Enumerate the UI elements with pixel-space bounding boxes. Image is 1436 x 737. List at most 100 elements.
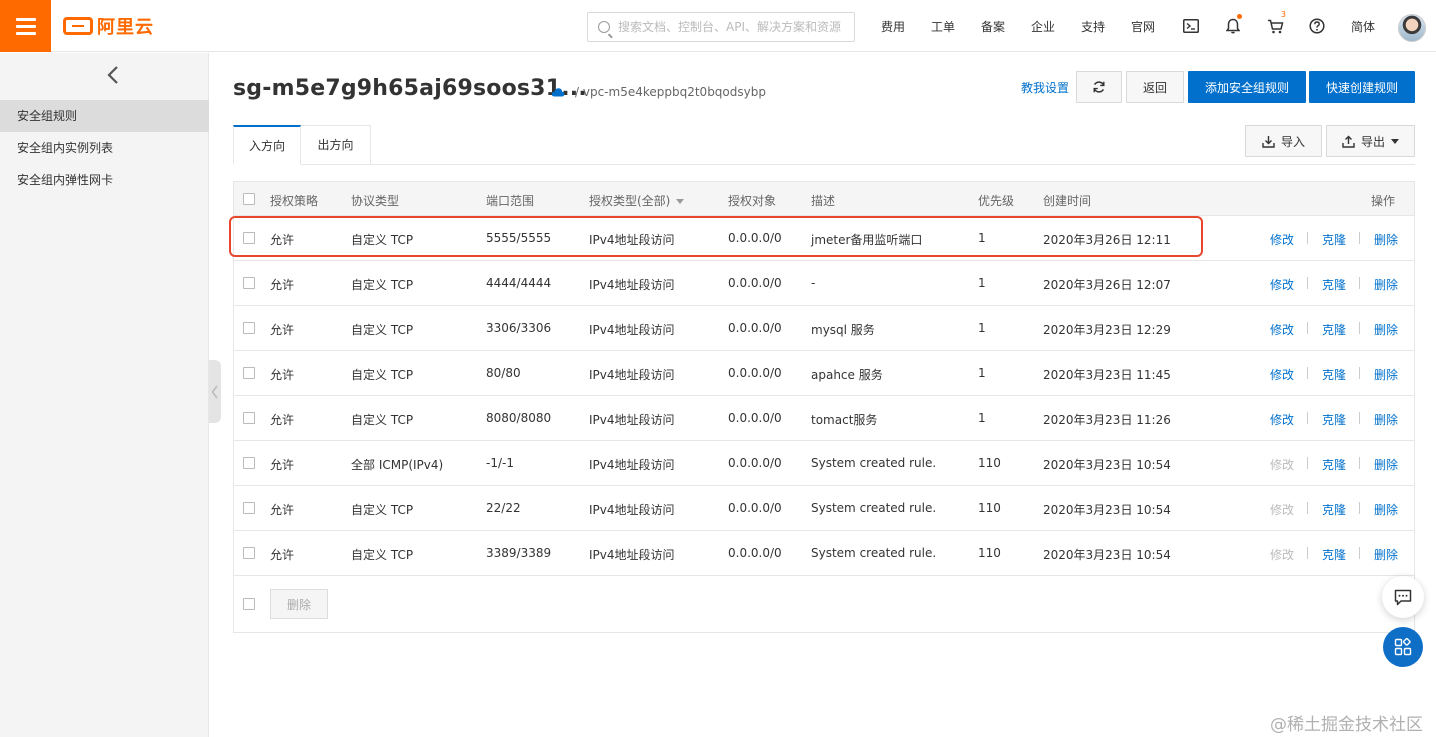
chevron-left-icon[interactable]	[104, 65, 124, 85]
sidebar-item-instances[interactable]: 安全组内实例列表	[0, 132, 209, 164]
delete-link[interactable]: 删除	[1374, 231, 1398, 248]
edit-link[interactable]: 修改	[1270, 231, 1294, 248]
bell-icon[interactable]	[1212, 0, 1254, 52]
aliyun-logo[interactable]: 阿里云	[63, 14, 154, 38]
edit-link[interactable]: 修改	[1270, 321, 1294, 338]
apps-button[interactable]	[1383, 627, 1423, 667]
cell-port: 5555/5555	[486, 231, 552, 245]
row-checkbox[interactable]	[243, 277, 255, 289]
back-button[interactable]: 返回	[1126, 71, 1184, 103]
action-separator	[1359, 232, 1360, 244]
action-separator	[1359, 502, 1360, 514]
tabs-divider	[233, 164, 1415, 165]
cell-policy: 允许	[270, 548, 295, 562]
cell-priority: 1	[978, 231, 986, 245]
rules-table: 授权策略 协议类型 端口范围 授权类型(全部) 授权对象 描述 优先级 创建时间…	[233, 181, 1415, 633]
clone-link[interactable]: 克隆	[1322, 456, 1346, 473]
tab-inbound[interactable]: 入方向	[233, 125, 301, 165]
edit-link[interactable]: 修改	[1270, 411, 1294, 428]
chevron-left-small-icon	[211, 385, 218, 398]
chat-button[interactable]	[1382, 576, 1424, 618]
cell-description: System created rule.	[811, 501, 937, 515]
row-checkbox[interactable]	[243, 322, 255, 334]
clone-link[interactable]: 克隆	[1322, 366, 1346, 383]
cell-description: jmeter备用监听端口	[811, 233, 923, 247]
import-button[interactable]: 导入	[1245, 125, 1322, 157]
bulk-delete-button[interactable]: 删除	[270, 589, 328, 619]
delete-link[interactable]: 删除	[1374, 366, 1398, 383]
cell-auth-object: 0.0.0.0/0	[728, 501, 782, 515]
action-separator	[1307, 322, 1308, 334]
search-box[interactable]	[587, 12, 855, 42]
chat-icon	[1394, 589, 1412, 605]
delete-link[interactable]: 删除	[1374, 321, 1398, 338]
nav-icp[interactable]: 备案	[968, 18, 1018, 35]
clone-link[interactable]: 克隆	[1322, 231, 1346, 248]
col-port: 端口范围	[486, 194, 535, 208]
search-input[interactable]	[618, 20, 848, 34]
delete-link[interactable]: 删除	[1374, 456, 1398, 473]
tab-outbound[interactable]: 出方向	[301, 125, 371, 165]
nav-tickets[interactable]: 工单	[918, 18, 968, 35]
cell-policy: 允许	[270, 503, 295, 517]
cell-port: 80/80	[486, 366, 521, 380]
quick-create-button[interactable]: 快速创建规则	[1309, 71, 1415, 103]
export-button[interactable]: 导出	[1326, 125, 1415, 157]
cell-auth-object: 0.0.0.0/0	[728, 231, 782, 245]
nav-website[interactable]: 官网	[1118, 18, 1168, 35]
clone-link[interactable]: 克隆	[1322, 321, 1346, 338]
clone-link[interactable]: 克隆	[1322, 546, 1346, 563]
edit-link: 修改	[1270, 503, 1295, 517]
delete-link[interactable]: 删除	[1374, 546, 1398, 563]
col-created: 创建时间	[1043, 194, 1092, 208]
cell-auth-object: 0.0.0.0/0	[728, 546, 782, 560]
clone-link[interactable]: 克隆	[1322, 411, 1346, 428]
cell-auth-type: IPv4地址段访问	[589, 323, 675, 337]
clone-link[interactable]: 克隆	[1322, 501, 1346, 518]
add-rule-button[interactable]: 添加安全组规则	[1188, 71, 1306, 103]
row-checkbox[interactable]	[243, 547, 255, 559]
cell-created: 2020年3月23日 10:54	[1043, 503, 1171, 517]
sidebar-item-security-group-rules[interactable]: 安全组规则	[0, 100, 209, 132]
sidebar-collapse-handle[interactable]	[209, 360, 221, 423]
help-icon[interactable]	[1296, 0, 1338, 52]
refresh-button[interactable]	[1076, 71, 1122, 103]
nav-enterprise[interactable]: 企业	[1018, 18, 1068, 35]
sidebar-item-eni[interactable]: 安全组内弹性网卡	[0, 164, 209, 196]
cell-description: -	[811, 276, 816, 290]
cart-icon[interactable]: 3	[1254, 0, 1296, 52]
row-checkbox[interactable]	[243, 232, 255, 244]
help-setup-link[interactable]: 教我设置	[1021, 79, 1069, 96]
col-auth-type-filter[interactable]: 授权类型(全部)	[589, 192, 685, 209]
edit-link[interactable]: 修改	[1270, 366, 1294, 383]
top-bar: 阿里云 费用 工单 备案 企业 支持 官网 3 简体	[0, 0, 1436, 52]
select-all-checkbox[interactable]	[243, 193, 255, 205]
hamburger-menu-icon[interactable]	[0, 0, 51, 52]
export-label: 导出	[1360, 134, 1385, 149]
row-checkbox[interactable]	[243, 367, 255, 379]
delete-link[interactable]: 删除	[1374, 501, 1398, 518]
language-switch[interactable]: 简体	[1338, 18, 1388, 35]
bulk-select-checkbox[interactable]	[243, 598, 255, 610]
delete-link[interactable]: 删除	[1374, 411, 1398, 428]
nav-support[interactable]: 支持	[1068, 18, 1118, 35]
logo-mark-icon	[63, 17, 93, 35]
cell-created: 2020年3月23日 12:29	[1043, 323, 1171, 337]
cell-auth-type: IPv4地址段访问	[589, 368, 675, 382]
avatar[interactable]	[1398, 14, 1426, 42]
cell-policy: 允许	[270, 278, 295, 292]
row-checkbox[interactable]	[243, 457, 255, 469]
clone-link[interactable]: 克隆	[1322, 276, 1346, 293]
row-checkbox[interactable]	[243, 502, 255, 514]
table-row: 允许 自定义 TCP 3389/3389 IPv4地址段访问 0.0.0.0/0 Syst…	[234, 531, 1414, 576]
download-icon	[1262, 135, 1275, 148]
nav-billing[interactable]: 费用	[868, 18, 918, 35]
edit-link[interactable]: 修改	[1270, 276, 1294, 293]
action-separator	[1359, 277, 1360, 289]
cell-created: 2020年3月26日 12:11	[1043, 233, 1171, 247]
action-separator	[1307, 502, 1308, 514]
row-checkbox[interactable]	[243, 412, 255, 424]
terminal-icon[interactable]	[1170, 0, 1212, 52]
delete-link[interactable]: 删除	[1374, 276, 1398, 293]
cell-created: 2020年3月23日 10:54	[1043, 458, 1171, 472]
